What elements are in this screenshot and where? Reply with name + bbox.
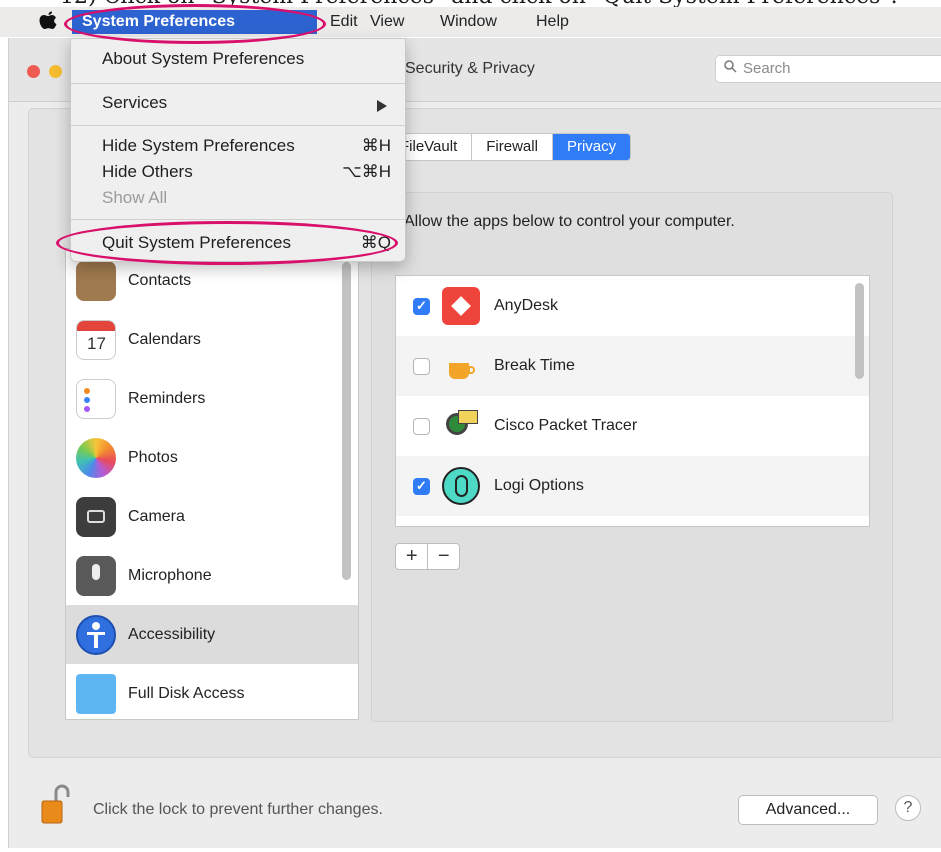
- logi-options-checkbox[interactable]: ✓: [413, 477, 430, 495]
- microphone-icon: [76, 555, 116, 596]
- sidebar-item-reminders[interactable]: Reminders: [66, 369, 358, 428]
- app-list: ✓ AnyDesk Break Time Cisco Packet Tracer…: [395, 275, 870, 527]
- search-placeholder: Search: [743, 60, 791, 77]
- app-row-break-time[interactable]: Break Time: [396, 336, 869, 396]
- menu-separator: [71, 83, 405, 84]
- app-list-scrollbar[interactable]: [855, 283, 864, 379]
- app-name: Logi Options: [494, 477, 584, 494]
- menu-separator: [71, 125, 405, 126]
- app-row-logi-options[interactable]: ✓ Logi Options: [396, 456, 869, 516]
- sidebar-item-label: Reminders: [128, 389, 206, 407]
- sidebar-item-photos[interactable]: Photos: [66, 428, 358, 487]
- sidebar-item-full-disk-access[interactable]: Full Disk Access: [66, 664, 358, 719]
- advanced-button[interactable]: Advanced...: [738, 795, 878, 825]
- menu-item-hide-others[interactable]: Hide Others: [102, 162, 193, 182]
- tab-bar: FileVault Firewall Privacy: [385, 133, 632, 161]
- lock-icon[interactable]: [40, 783, 70, 825]
- menu-edit[interactable]: Edit: [330, 10, 358, 34]
- sidebar-item-accessibility[interactable]: Accessibility: [66, 605, 358, 664]
- anydesk-checkbox[interactable]: ✓: [413, 297, 430, 315]
- sidebar-item-calendars[interactable]: 17 Calendars: [66, 310, 358, 369]
- sidebar-item-label: Photos: [128, 448, 178, 466]
- reminders-icon: [76, 378, 116, 419]
- remove-app-button[interactable]: −: [427, 544, 459, 569]
- add-remove-control: + −: [395, 543, 460, 570]
- search-input[interactable]: Search: [715, 55, 941, 83]
- hide-shortcut: ⌘H: [361, 136, 391, 155]
- menu-item-hide[interactable]: Hide System Preferences: [102, 136, 295, 156]
- submenu-arrow-icon: [377, 100, 387, 112]
- break-time-checkbox[interactable]: [413, 357, 430, 375]
- minimize-window-button[interactable]: [49, 65, 62, 78]
- menu-item-about[interactable]: About System Preferences: [102, 49, 304, 69]
- app-name: AnyDesk: [494, 297, 559, 314]
- allow-apps-description: Allow the apps below to control your com…: [404, 213, 735, 230]
- sidebar-item-label: Contacts: [128, 271, 192, 289]
- menu-item-services[interactable]: Services: [102, 93, 167, 113]
- hide-others-shortcut: ⌥⌘H: [342, 162, 391, 181]
- folder-icon: [76, 673, 116, 714]
- sidebar-item-label: Accessibility: [128, 625, 216, 643]
- sidebar-scrollbar[interactable]: [342, 262, 351, 580]
- app-row-partial: [396, 516, 869, 526]
- calendar-icon: 17: [76, 319, 116, 360]
- sidebar-item-label: Calendars: [128, 330, 201, 348]
- close-window-button[interactable]: [27, 65, 40, 78]
- camera-icon: [76, 496, 116, 537]
- mouse-icon: [442, 467, 480, 505]
- highlight-oval-quit: [56, 221, 398, 265]
- packet-tracer-icon: [442, 407, 480, 445]
- sidebar-item-label: Microphone: [128, 566, 212, 584]
- anydesk-icon: [442, 287, 480, 325]
- lock-status-text: Click the lock to prevent further change…: [93, 801, 383, 818]
- highlight-oval-system-preferences: [64, 4, 326, 44]
- sidebar-item-label: Camera: [128, 507, 185, 525]
- coffee-cup-icon: [442, 347, 480, 385]
- menu-item-show-all: Show All: [102, 188, 168, 207]
- add-app-button[interactable]: +: [396, 544, 427, 569]
- tab-privacy[interactable]: Privacy: [552, 134, 631, 160]
- privacy-sidebar: Contacts 17 Calendars Reminders Photos C…: [65, 248, 359, 720]
- apple-icon[interactable]: [38, 10, 58, 32]
- app-row-anydesk[interactable]: ✓ AnyDesk: [396, 276, 869, 336]
- contacts-icon: [76, 260, 116, 301]
- cisco-packet-tracer-checkbox[interactable]: [413, 417, 430, 435]
- window-title: Security & Privacy: [405, 60, 535, 77]
- menu-window[interactable]: Window: [440, 10, 497, 34]
- app-name: Cisco Packet Tracer: [494, 417, 638, 434]
- photos-icon: [76, 437, 116, 478]
- tab-firewall[interactable]: Firewall: [472, 134, 553, 160]
- search-icon: [724, 56, 737, 82]
- sidebar-item-camera[interactable]: Camera: [66, 487, 358, 546]
- menu-help[interactable]: Help: [536, 10, 569, 34]
- sidebar-item-microphone[interactable]: Microphone: [66, 546, 358, 605]
- accessibility-icon: [76, 614, 116, 655]
- menu-separator: [71, 219, 405, 220]
- sidebar-item-label: Full Disk Access: [128, 684, 245, 702]
- menu-view[interactable]: View: [370, 10, 404, 34]
- app-name: Break Time: [494, 357, 575, 374]
- app-row-cisco-packet-tracer[interactable]: Cisco Packet Tracer: [396, 396, 869, 456]
- help-button[interactable]: ?: [895, 795, 921, 821]
